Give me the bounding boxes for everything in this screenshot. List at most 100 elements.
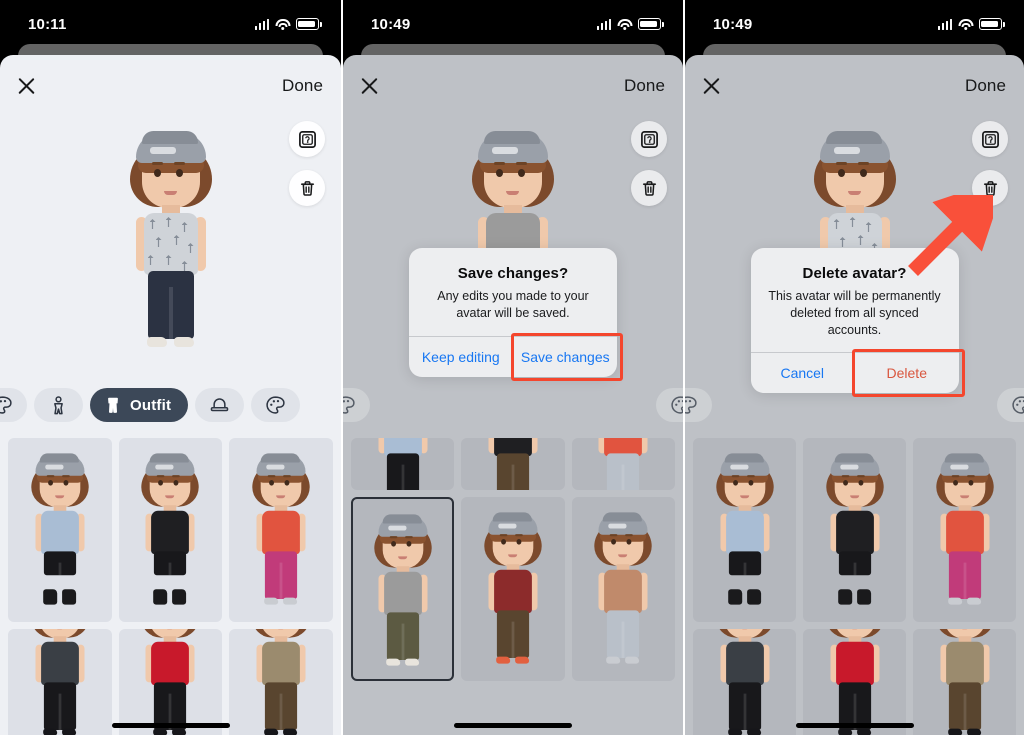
- palette-icon: [1012, 395, 1024, 414]
- signal-bars-icon: [596, 18, 611, 30]
- list-item[interactable]: [118, 629, 223, 735]
- delete-avatar-dialog: Delete avatar? This avatar will be perma…: [750, 248, 959, 394]
- status-icons: [937, 18, 1005, 30]
- battery-icon: [979, 18, 1005, 30]
- avatar-figure: [361, 438, 444, 490]
- avatar-figure: [813, 629, 896, 735]
- status-time: 10:49: [713, 15, 753, 33]
- tab-palette-left[interactable]: [685, 388, 712, 422]
- avatar-editor-sheet: Done: [0, 55, 341, 735]
- signal-bars-icon: [937, 18, 952, 30]
- trash-icon-button[interactable]: [631, 170, 667, 206]
- done-button[interactable]: Done: [965, 76, 1006, 96]
- list-item[interactable]: [571, 497, 675, 681]
- status-bar: 10:49: [343, 0, 683, 42]
- tab-outfit-label: Outfit: [130, 396, 172, 414]
- palette-icon: [685, 395, 697, 414]
- home-indicator: [454, 723, 572, 728]
- close-icon[interactable]: [14, 73, 40, 99]
- tab-palette-left[interactable]: [0, 388, 27, 422]
- wifi-icon: [958, 18, 973, 30]
- list-item[interactable]: [461, 497, 565, 681]
- palette-icon: [671, 395, 683, 414]
- dialog-body: Save changes? Any edits you made to your…: [409, 248, 617, 336]
- palette-icon: [343, 395, 355, 414]
- status-bar: 10:49: [685, 0, 1024, 42]
- list-item[interactable]: [229, 438, 333, 622]
- delete-button[interactable]: Delete: [854, 353, 959, 394]
- dialog-actions: Keep editing Save changes: [409, 335, 618, 377]
- list-item[interactable]: [118, 438, 223, 622]
- avatar-figure: [472, 438, 555, 490]
- avatar-cap-brim: [141, 131, 198, 144]
- sticker-icon: [298, 130, 316, 148]
- avatar-top-garment: [143, 213, 198, 275]
- avatar-figure: [813, 452, 896, 614]
- save-changes-button[interactable]: Save changes: [512, 336, 618, 377]
- tab-palette-left[interactable]: [343, 388, 370, 422]
- avatar-bottom-garment: [147, 271, 194, 339]
- close-icon[interactable]: [699, 73, 725, 99]
- palette-icon: [0, 395, 12, 414]
- trash-icon: [300, 180, 314, 196]
- list-item[interactable]: [8, 629, 112, 735]
- outfit-icon: [108, 397, 118, 413]
- trash-icon-button[interactable]: [289, 170, 325, 206]
- avatar-figure: [923, 629, 1006, 735]
- tab-palette-right[interactable]: [997, 388, 1024, 422]
- done-button[interactable]: Done: [624, 76, 665, 96]
- tab-body[interactable]: [34, 388, 83, 422]
- stage-tools: [631, 121, 667, 206]
- tab-outfit[interactable]: Outfit: [90, 388, 189, 422]
- avatar-figure: [240, 452, 323, 614]
- done-button[interactable]: Done: [282, 76, 323, 96]
- sticker-icon-button[interactable]: [631, 121, 667, 157]
- wifi-icon: [275, 18, 290, 30]
- sheet-header: Done: [0, 55, 341, 117]
- trash-icon-button[interactable]: [972, 170, 1008, 206]
- sticker-icon: [981, 130, 999, 148]
- list-item[interactable]: [803, 629, 906, 735]
- status-time: 10:11: [28, 15, 67, 33]
- sheet-header: Done: [343, 55, 683, 117]
- stage-tools: [289, 121, 325, 206]
- battery-icon: [296, 18, 322, 30]
- tab-hat[interactable]: [195, 388, 245, 422]
- list-item[interactable]: [913, 629, 1016, 735]
- list-item-selected[interactable]: [351, 497, 455, 681]
- screenshot-root: 10:11 Done Outfit 10:49 Done Save change…: [0, 0, 1024, 735]
- tab-palette-right[interactable]: [656, 388, 683, 422]
- avatar-figure: [703, 452, 786, 614]
- keep-editing-button[interactable]: Keep editing: [409, 337, 513, 377]
- cancel-button[interactable]: Cancel: [751, 353, 855, 393]
- palette-icon: [266, 395, 285, 414]
- avatar-editor-sheet: Done: [685, 55, 1024, 735]
- list-item[interactable]: [229, 629, 333, 735]
- body-icon: [54, 395, 63, 414]
- list-item[interactable]: [8, 438, 112, 622]
- status-icons: [596, 18, 664, 30]
- sticker-icon-button[interactable]: [289, 121, 325, 157]
- list-item[interactable]: [693, 629, 796, 735]
- status-bar: 10:11: [0, 0, 341, 42]
- save-changes-dialog: Save changes? Any edits you made to your…: [409, 248, 617, 377]
- tab-palette-right[interactable]: [251, 388, 301, 422]
- status-icons: [254, 18, 322, 30]
- sticker-icon-button[interactable]: [972, 121, 1008, 157]
- avatar-figure: [582, 511, 665, 673]
- list-item[interactable]: [803, 438, 906, 622]
- list-item[interactable]: [351, 438, 455, 490]
- phone-screen-delete-avatar: 10:49 Done Delete avatar? This avatar wi…: [683, 0, 1024, 735]
- sheet-header: Done: [685, 55, 1024, 117]
- avatar-brow-right: [173, 162, 185, 165]
- close-icon[interactable]: [357, 73, 383, 99]
- avatar-figure: [129, 452, 212, 614]
- status-time: 10:49: [371, 15, 411, 33]
- avatar-shoe-left: [146, 337, 167, 347]
- avatar-figure: [19, 629, 102, 735]
- list-item[interactable]: [693, 438, 796, 622]
- list-item[interactable]: [571, 438, 675, 490]
- list-item[interactable]: [913, 438, 1016, 622]
- list-item[interactable]: [461, 438, 565, 490]
- dialog-actions: Cancel Delete: [750, 352, 959, 394]
